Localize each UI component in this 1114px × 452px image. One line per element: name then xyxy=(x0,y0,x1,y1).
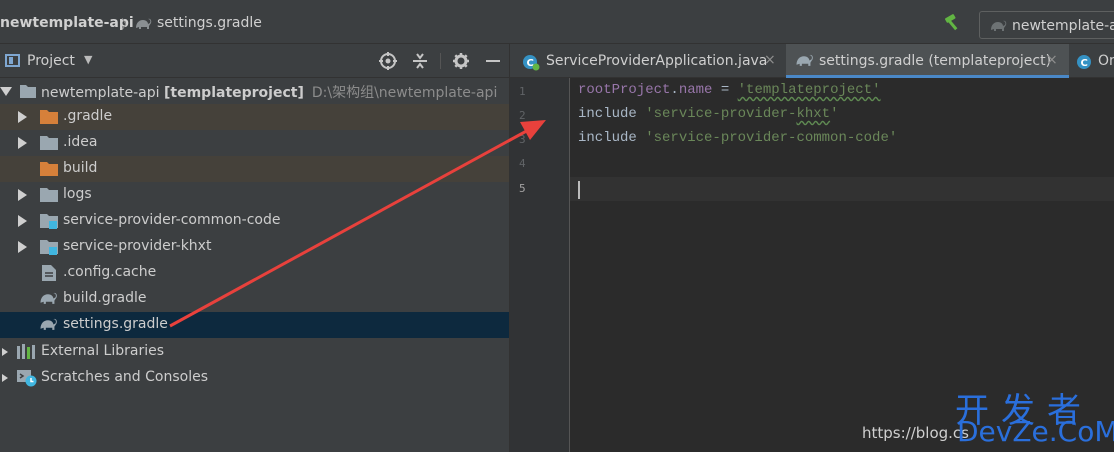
watermark-url: https://blog.cs xyxy=(862,424,969,442)
annotation-arrow xyxy=(169,120,546,328)
watermark-brand: DevZe.CoM xyxy=(957,415,1114,448)
